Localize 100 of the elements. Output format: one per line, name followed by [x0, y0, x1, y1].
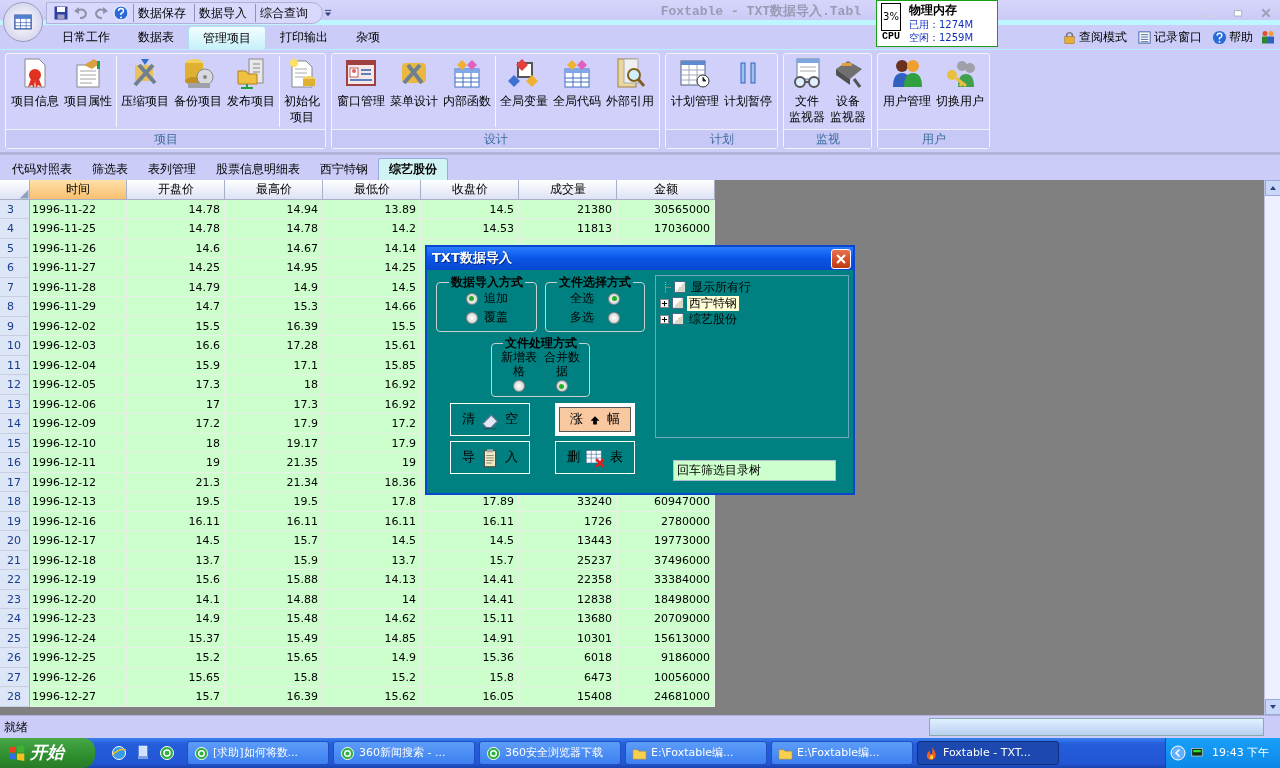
ribbon-button[interactable]: 外部引用 [604, 56, 656, 127]
radio-button[interactable] [513, 380, 526, 392]
checkbox[interactable] [674, 281, 686, 293]
ribbon-button[interactable]: 项目信息 [9, 56, 61, 127]
ribbon-button[interactable]: 全局变量 [498, 56, 550, 127]
checkbox[interactable] [672, 313, 684, 325]
toolbar-link[interactable]: 查阅模式 [1059, 29, 1130, 45]
checkbox[interactable] [672, 297, 684, 309]
radio-button[interactable] [465, 311, 478, 324]
table-tab[interactable]: 综艺股份 [378, 158, 448, 180]
ribbon-button[interactable]: 切换用户 [934, 56, 986, 127]
ribbon-button[interactable]: 压缩项目 [119, 56, 171, 127]
column-header[interactable]: 成交量 [519, 180, 617, 200]
chevron-icon[interactable] [1170, 745, 1186, 761]
vertical-scrollbar[interactable] [1264, 180, 1280, 715]
toolbar-link[interactable]: 帮助 [1209, 29, 1256, 45]
save-icon[interactable] [53, 4, 69, 21]
table-cell: 1996-12-19 [30, 570, 127, 590]
ribbon-button[interactable]: 计划管理 [669, 56, 721, 127]
expand-icon[interactable] [661, 315, 668, 323]
table-cell: 15.48 [225, 609, 323, 629]
dialog-button[interactable]: 删 表 [555, 441, 635, 474]
ribbon-button[interactable]: 全局代码 [551, 56, 603, 127]
row-number: 13 [0, 394, 30, 414]
column-header[interactable]: 金额 [617, 180, 715, 200]
table-tab[interactable]: 西宁特钢 [310, 158, 378, 180]
ribbon-button[interactable]: 内部函数 [441, 56, 493, 127]
table-tab[interactable]: 代码对照表 [2, 158, 82, 180]
ribbon-button[interactable]: 发布项目 [225, 56, 277, 127]
table-icon [561, 57, 593, 89]
column-header[interactable]: 开盘价 [127, 180, 225, 200]
dialog-button[interactable]: 导 入 [450, 441, 530, 474]
app-menu-button[interactable] [3, 2, 43, 42]
table-cell: 14.9 [225, 277, 323, 297]
toolbar-button[interactable]: 数据导入 [194, 3, 251, 22]
ribbon-tab[interactable]: 管理项目 [188, 25, 266, 50]
ribbon-button[interactable]: 窗口管理 [335, 56, 387, 127]
dialog-button[interactable]: 涨 幅 [555, 403, 635, 436]
dropdown-icon[interactable] [323, 7, 333, 18]
ribbon-button[interactable]: 初始化 项目 [282, 56, 322, 127]
close-button[interactable] [831, 248, 851, 269]
toolbar-link[interactable]: 记录窗口 [1134, 29, 1205, 45]
ribbon-button[interactable]: 用户管理 [881, 56, 933, 127]
radio-button[interactable] [608, 311, 620, 324]
ribbon-button[interactable]: 菜单设计 [388, 56, 440, 127]
radio-button[interactable] [555, 380, 568, 392]
glasses-icon [791, 57, 823, 89]
row-number: 14 [0, 414, 30, 434]
filter-field[interactable]: 回车筛选目录树 [673, 460, 836, 481]
monitor-icon[interactable] [1191, 747, 1203, 759]
table-cell: 18 [225, 375, 323, 395]
ribbon-button[interactable]: 备份项目 [172, 56, 224, 127]
table-cell: 18.36 [323, 472, 421, 492]
column-header[interactable]: 最低价 [323, 180, 421, 200]
ribbon-button[interactable]: 设备 监视器 [828, 56, 868, 127]
tree-item[interactable]: 综艺股份 [687, 311, 739, 327]
row-number: 11 [0, 355, 30, 375]
radio-button[interactable] [465, 292, 478, 305]
window-icon [345, 57, 377, 89]
corner-triangle-icon[interactable] [19, 189, 29, 199]
browser-icon[interactable] [159, 745, 175, 761]
column-header[interactable]: 收盘价 [421, 180, 519, 200]
up-arrow-icon[interactable] [1269, 184, 1277, 192]
toolbar-button[interactable]: 综合查询 [255, 3, 312, 22]
desktop-icon[interactable] [135, 745, 151, 761]
ribbon-button[interactable]: 文件 监视器 [787, 56, 827, 127]
row-number: 27 [0, 667, 30, 687]
row-number: 15 [0, 433, 30, 453]
table-cell: 1996-11-29 [30, 297, 127, 317]
ribbon-tab[interactable]: 杂项 [342, 25, 394, 50]
row-number: 3 [0, 199, 30, 219]
help-icon [1212, 29, 1227, 45]
table-tab[interactable]: 表列管理 [138, 158, 206, 180]
windows-logo-icon [8, 744, 26, 762]
ribbon-tab[interactable]: 日常工作 [48, 25, 124, 50]
dialog-button[interactable]: 清 空 [450, 403, 530, 436]
taskbar-button[interactable]: Foxtable - TXT... [917, 741, 1059, 765]
column-header[interactable]: 时间 [30, 180, 127, 200]
ribbon-button[interactable]: 项目属性 [62, 56, 114, 127]
toolbar-button[interactable]: 数据保存 [133, 3, 190, 22]
table-cell: 15.7 [127, 687, 225, 707]
ribbon-button[interactable]: 计划暂停 [722, 56, 774, 127]
table-icon [13, 12, 33, 32]
radio-button[interactable] [608, 292, 620, 305]
tree-item[interactable]: 显示所有行 [689, 279, 753, 295]
expand-icon[interactable] [661, 299, 668, 307]
users-icon[interactable] [1260, 28, 1276, 46]
ribbon-tab[interactable]: 数据表 [124, 25, 188, 50]
ribbon-tab[interactable]: 打印输出 [266, 25, 342, 50]
help-icon[interactable] [113, 4, 129, 21]
tree-item[interactable]: 西宁特钢 [687, 295, 739, 311]
start-button[interactable]: 开始 [0, 738, 95, 768]
down-arrow-icon[interactable] [1269, 703, 1277, 711]
table-tab[interactable]: 筛选表 [82, 158, 138, 180]
table-cell: 1996-12-26 [30, 667, 127, 687]
browser-icon[interactable] [111, 745, 127, 761]
table-cell: 15.88 [225, 570, 323, 590]
column-header[interactable]: 最高价 [225, 180, 323, 200]
table-cell: 14.9 [127, 609, 225, 629]
table-tab[interactable]: 股票信息明细表 [206, 158, 310, 180]
